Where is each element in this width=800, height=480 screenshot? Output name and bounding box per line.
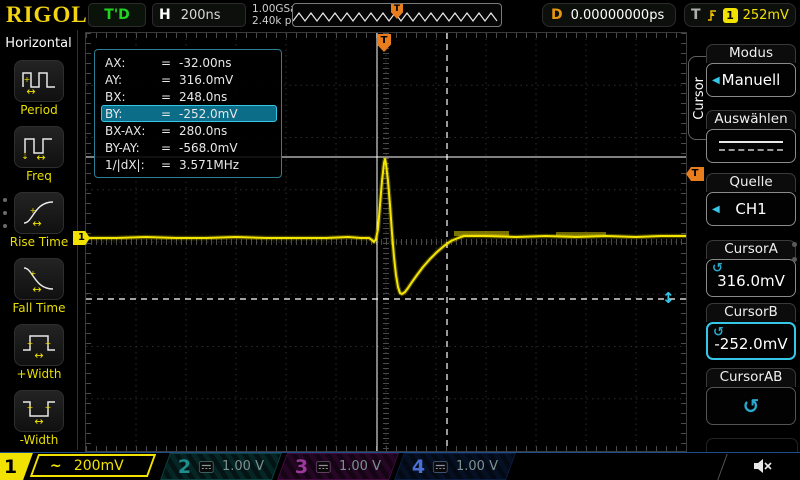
sidebar-page-dots (3, 198, 7, 228)
period-icon: ↔ + (22, 72, 55, 96)
cursor-a-header: CursorA (706, 240, 796, 259)
menu-group-auswaehlen: Auswählen (706, 110, 796, 163)
trigger-settings-box[interactable]: T 1 252mV (684, 3, 796, 27)
sidebar-item-pos-width[interactable]: + + ↔ +Width (0, 324, 78, 381)
modus-header: Modus (706, 44, 796, 63)
menu-page-dots (792, 242, 797, 262)
dc-coupling-icon (199, 460, 215, 473)
trigger-status-text: T'D (104, 7, 130, 23)
rigol-logo: RIGOL (6, 2, 88, 27)
horizontal-timebase-box[interactable]: H 200ns (152, 3, 246, 27)
negative-width-icon: + + ↔ (23, 401, 55, 426)
svg-text:+: + (30, 206, 37, 215)
delay-label: D (551, 7, 563, 23)
sidebar-item-neg-width[interactable]: + + ↔ -Width (0, 390, 78, 447)
svg-text:+: + (30, 269, 37, 278)
modus-button[interactable]: ◀ Manuell (706, 63, 796, 97)
cursor-ab-button[interactable]: ↺ (706, 387, 796, 425)
channel-2-block[interactable]: 2 1.00 V (160, 453, 282, 480)
menu-group-modus: Modus ◀ Manuell (706, 44, 796, 97)
svg-text:↔: ↔ (34, 415, 43, 426)
channel-1-scale: 200mV (73, 457, 124, 474)
channel-1-badge: 1 (0, 453, 33, 480)
memory-waveform-preview[interactable]: T (292, 3, 502, 27)
svg-text:+: + (27, 339, 34, 348)
mute-button[interactable] (752, 457, 774, 479)
quelle-header: Quelle (706, 173, 796, 192)
readout-row-by-selected: BY: = -252.0mV (101, 105, 277, 122)
delay-box[interactable]: D 0.00000000ps (542, 3, 676, 27)
trigger-level-value: 252mV (742, 7, 789, 23)
readout-row-inv-dx: 1/|dX|: = 3.571MHz (105, 157, 240, 172)
oscilloscope-screen: RIGOL T'D H 200ns 1.00GSa/s 2.40k pts T … (0, 0, 800, 480)
dc-coupling-icon (433, 460, 449, 473)
trigger-status-badge: T'D (88, 3, 146, 27)
auswaehlen-header: Auswählen (706, 110, 796, 129)
speaker-muted-icon (754, 459, 772, 473)
top-status-bar: RIGOL T'D H 200ns 1.00GSa/s 2.40k pts T … (0, 0, 800, 30)
cursor-readout-box: AX: = -32.00ns AY: = 316.0mV BX: = 248.0… (94, 49, 282, 178)
readout-row-ay: AY: = 316.0mV (105, 72, 234, 87)
dc-coupling-icon (316, 460, 332, 473)
channel-4-scale: 1.00 V (456, 459, 499, 474)
delay-value: 0.00000000ps (570, 7, 665, 23)
measure-sidebar: Horizontal ↔ + Period ⇣ ↔ Freq + ↔ Rise … (0, 30, 78, 450)
cursor-menu-panel: Cursor Modus ◀ Manuell Auswählen Quelle … (688, 30, 800, 464)
svg-text:+: + (27, 403, 34, 412)
sidebar-item-freq[interactable]: ⇣ ↔ Freq (0, 126, 78, 183)
readout-row-bxax: BX-AX: = 280.0ns (105, 123, 228, 138)
svg-text:+: + (24, 75, 31, 84)
trigger-source-badge: 1 (722, 7, 738, 23)
menu-group-cursor-b: CursorB ↺ -252.0mV (706, 303, 796, 360)
cursor-b-header: CursorB (706, 303, 796, 322)
cursor-line-select-icon (719, 141, 783, 151)
waveform-display: T 1 T ↕ AX: = -32.00ns AY: = 316.0mV BX:… (73, 32, 704, 452)
sidebar-item-rise-time[interactable]: + ↔ Rise Time (0, 192, 78, 249)
channel-3-scale: 1.00 V (339, 459, 382, 474)
timebase-value: 200ns (180, 7, 221, 23)
channel-3-block[interactable]: 3 1.00 V (277, 453, 399, 480)
channel-2-scale: 1.00 V (222, 459, 265, 474)
svg-text:↔: ↔ (26, 85, 35, 96)
svg-text:↔: ↔ (32, 217, 41, 228)
rotate-knob-icon: ↺ (742, 394, 760, 418)
triangle-left-icon: ◀ (712, 203, 720, 215)
svg-text:↔: ↔ (32, 283, 41, 294)
menu-group-cursor-ab: CursorAB ↺ (706, 368, 796, 425)
trigger-edge-icon (707, 10, 716, 21)
svg-text:↔: ↔ (36, 151, 45, 162)
rotate-knob-icon: ↺ (712, 261, 723, 276)
ac-coupling-icon: ~ (50, 457, 62, 474)
channel-4-block[interactable]: 4 1.00 V (394, 453, 516, 480)
readout-row-bx: BX: = 248.0ns (105, 89, 228, 104)
sound-divider (717, 454, 728, 480)
quelle-button[interactable]: ◀ CH1 (706, 192, 796, 226)
rotate-knob-icon: ↺ (713, 325, 724, 340)
fall-time-icon: + ↔ (23, 267, 54, 294)
svg-text:↔: ↔ (34, 349, 43, 360)
positive-width-icon: + + ↔ (23, 335, 55, 360)
menu-group-quelle: Quelle ◀ CH1 (706, 173, 796, 226)
cursor-ab-header: CursorAB (706, 368, 796, 387)
svg-text:⇣: ⇣ (21, 152, 29, 162)
horizontal-label: H (159, 7, 171, 23)
cursor-b-drag-handle[interactable]: ↕ (662, 289, 675, 307)
auswaehlen-button[interactable] (706, 129, 796, 163)
readout-row-ax: AX: = -32.00ns (105, 55, 232, 70)
channel-status-bar: 1 ~ 200mV 2 1.00 V 3 1.00 V 4 1.00 V (0, 452, 800, 480)
cursor-b-button[interactable]: ↺ -252.0mV (706, 322, 796, 360)
channel-1-settings: ~ 200mV (29, 454, 157, 477)
rise-time-icon: + ↔ (23, 201, 54, 228)
svg-text:+: + (45, 339, 52, 348)
cursor-a-button[interactable]: ↺ 316.0mV (706, 259, 796, 297)
measure-sidebar-title: Horizontal (5, 36, 72, 51)
menu-group-cursor-a: CursorA ↺ 316.0mV (706, 240, 796, 297)
frequency-icon: ⇣ ↔ (21, 138, 52, 162)
trigger-label: T (691, 7, 701, 23)
sidebar-item-fall-time[interactable]: + ↔ Fall Time (0, 258, 78, 315)
readout-row-byay: BY-AY: = -568.0mV (105, 140, 238, 155)
triangle-left-icon: ◀ (712, 74, 720, 86)
sidebar-item-period[interactable]: ↔ + Period (0, 60, 78, 117)
svg-text:+: + (45, 403, 52, 412)
